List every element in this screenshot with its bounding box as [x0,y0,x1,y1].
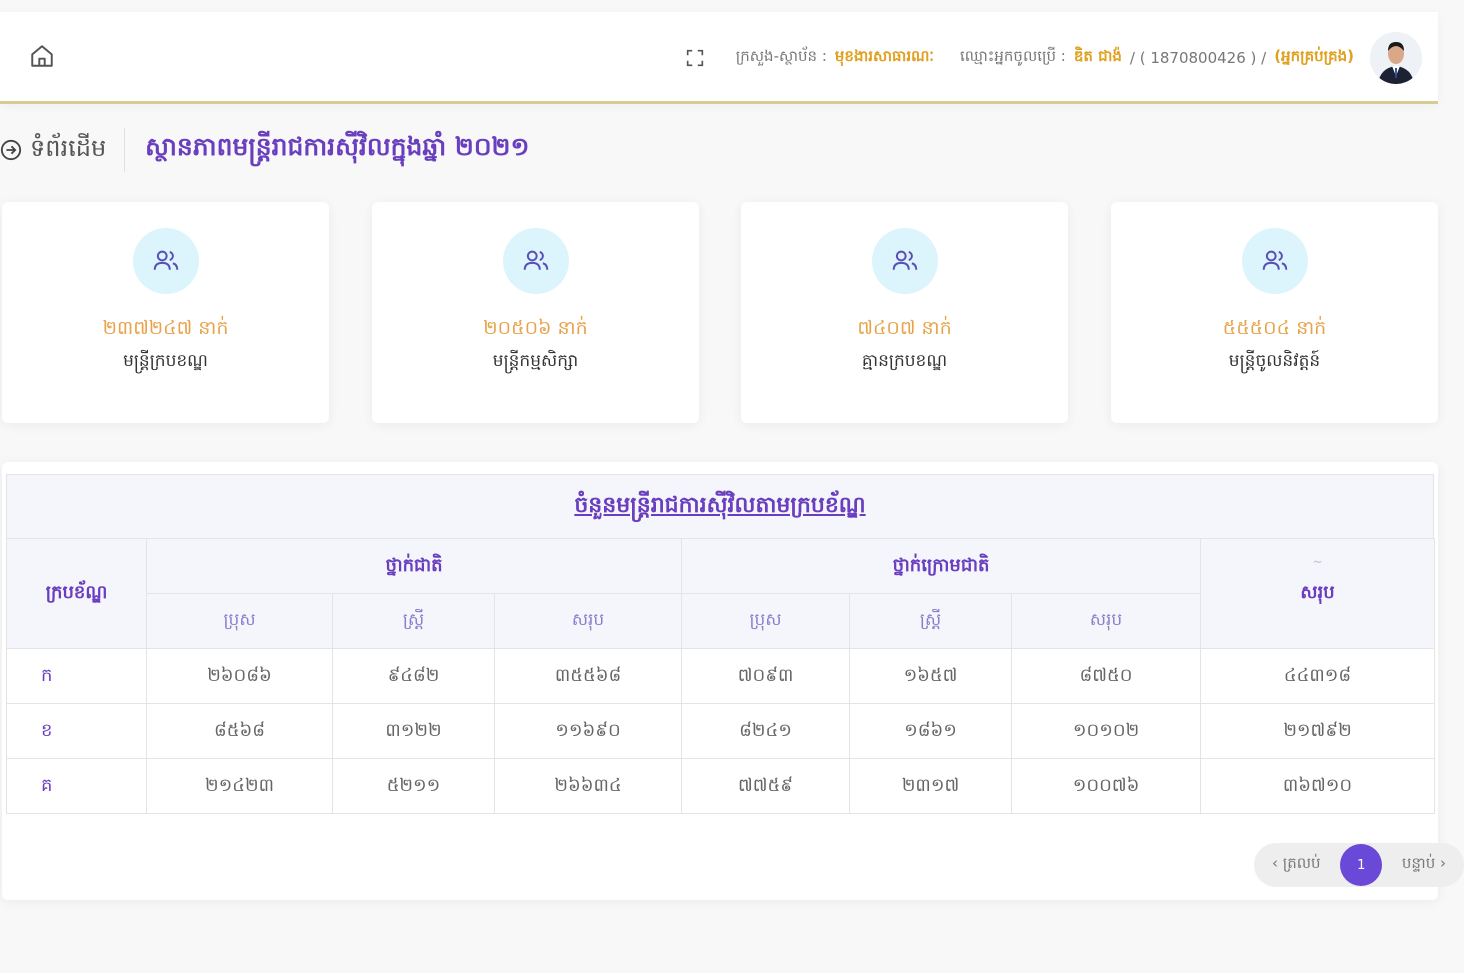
column-header-male: ប្រុស [681,593,851,649]
table-cell: ៣១២២ [332,703,495,759]
officials-table: ក្របខ័ណ្ឌ ថ្នាក់ជាតិ ថ្នាក់ក្រោមជាតិ ~ ស… [6,538,1436,814]
page-1-button[interactable]: 1 [1340,844,1383,886]
column-group-national: ថ្នាក់ជាតិ [145,538,683,594]
stat-card-no-framework: ៧៤០៧ នាក់ គ្មានក្របខណ្ឌ [741,202,1068,423]
table-row: ក ២៦០៨៦ ៩៤៨២ ៣៥៥៦៨ ៧០៩៣ ១៦៥៧ ៨៧៥០ ៤៤៣១៨ [6,648,1436,704]
table-cell: ៥២១១ [332,758,495,814]
column-header-total[interactable]: ~ សរុប [1200,538,1436,649]
table-row: គ ២១៤២៣ ៥២១១ ២៦៦៣៤ ៧៧៥៩ ២៣១៧ ១០០៧៦ ៣៦៧១០ [6,758,1436,814]
sort-icon: ~ [1312,555,1323,569]
table-cell-framework: ខ [6,703,147,759]
users-icon [132,228,199,294]
table-cell: ៧០៩៣ [681,648,851,704]
table-cell: ២៣១៧ [849,758,1013,814]
table-cell: ៨៥៦៨ [146,703,333,759]
table-caption-link[interactable]: ចំនួនមន្ត្រីរាជការស៊ីវិលតាមក្របខ័ណ្ឌ [574,491,865,523]
table-row: ខ ៨៥៦៨ ៣១២២ ១១៦៩០ ៨២៤១ ១៨៦១ ១០១០២ ២១៧៩២ [6,703,1436,759]
stat-card-retired-officials: ៥៥៥០៤ នាក់ មន្ត្រីចូលនិវត្តន៍ [1111,202,1438,423]
stat-label: មន្ត្រីចូលនិវត្តន៍ [1228,351,1321,371]
home-icon[interactable] [28,42,56,70]
column-header-framework: ក្របខ័ណ្ឌ [6,538,147,649]
user-id: / ( 1870800426 ) / [1129,49,1267,67]
user-role: (អ្នកគ្រប់គ្រង) [1274,47,1354,65]
stat-value: ២៣៧២៤៧ នាក់ [102,317,229,339]
column-header-male: ប្រុស [146,593,333,649]
table-cell: ៣៦៧១០ [1200,758,1436,814]
column-header-female: ស្ត្រី [332,593,495,649]
table-cell: ២៦០៨៦ [146,648,333,704]
table-cell: ២១៧៩២ [1200,703,1436,759]
page-title: ស្ថានភាពមន្ត្រីរាជការស៊ីវិលក្នុងឆ្នាំ ២០… [145,132,530,161]
table-cell: ៣៥៥៦៨ [493,648,683,704]
table-cell: ១០០៧៦ [1011,758,1202,814]
column-header-subtotal: សរុប [493,593,683,649]
user-name: ឌិត ជាង៉ [1073,47,1122,65]
top-header: ក្រសួង-ស្ថាប័ន : មុខងារសាធារណៈ ឈ្មោះអ្នក… [0,12,1438,104]
table-cell: ១០១០២ [1011,703,1202,759]
users-icon [1241,228,1308,294]
avatar[interactable] [1370,32,1422,84]
arrow-circle-right-icon [0,139,22,161]
table-cell: ១៨៦១ [849,703,1013,759]
breadcrumb-home[interactable]: ទំព័រដើម [0,128,126,172]
stat-label: មន្ត្រីកម្មសិក្សា [492,351,579,371]
stat-value: ៥៥៥០៤ នាក់ [1222,317,1327,339]
table-cell-framework: គ [6,758,147,814]
table-cell-framework: ក [6,648,147,704]
previous-page-button[interactable]: ‹ ត្រលប់ [1272,854,1321,876]
table-cell: ២១៤២៣ [146,758,333,814]
table-cell: ៩៤៨២ [332,648,495,704]
pagination: ‹ ត្រលប់ 1 បន្ទាប់ › [1254,843,1464,887]
stat-card-framework-officials: ២៣៧២៤៧ នាក់ មន្ត្រីក្របខណ្ឌ [2,202,329,423]
table-cell: ២៦៦៣៤ [493,758,683,814]
column-header-subtotal: សរុប [1011,593,1202,649]
table-caption: ចំនួនមន្ត្រីរាជការស៊ីវិលតាមក្របខ័ណ្ឌ [6,474,1434,538]
stat-label: មន្ត្រីក្របខណ្ឌ [123,351,208,371]
breadcrumb: ទំព័រដើម ស្ថានភាពមន្ត្រីរាជការស៊ីវិលក្នុ… [0,128,529,172]
column-header-total-label: សរុប [1300,582,1335,603]
table-cell: ១៦៥៧ [849,648,1013,704]
ministry-value: មុខងារសាធារណៈ [834,47,934,65]
breadcrumb-home-label: ទំព័រដើម [30,133,107,162]
users-icon [502,228,569,294]
next-page-button[interactable]: បន្ទាប់ › [1402,854,1446,876]
stat-label: គ្មានក្របខណ្ឌ [861,351,948,371]
column-group-subnational: ថ្នាក់ក្រោមជាតិ [681,538,1202,594]
table-cell: ១១៦៩០ [493,703,683,759]
fullscreen-icon[interactable] [682,45,708,71]
user-label: ឈ្មោះអ្នកចូលប្រើ : [959,47,1066,65]
ministry-label: ក្រសួង-ស្ថាប័ន : [735,47,827,65]
users-icon [871,228,938,294]
table-cell: ៨២៤១ [681,703,851,759]
stat-value: ៧៤០៧ នាក់ [857,317,952,339]
stat-value: ២០៥០៦ នាក់ [483,317,588,339]
table-cell: ៧៧៥៩ [681,758,851,814]
user-info-bar: ក្រសួង-ស្ថាប័ន : មុខងារសាធារណៈ ឈ្មោះអ្នក… [682,28,1422,88]
table-cell: ៤៤៣១៨ [1200,648,1436,704]
table-cell: ៨៧៥០ [1011,648,1202,704]
column-header-female: ស្ត្រី [849,593,1013,649]
officials-table-card: ចំនួនមន្ត្រីរាជការស៊ីវិលតាមក្របខ័ណ្ឌ ក្រ… [2,462,1438,900]
stat-card-trainee-officials: ២០៥០៦ នាក់ មន្ត្រីកម្មសិក្សា [372,202,699,423]
